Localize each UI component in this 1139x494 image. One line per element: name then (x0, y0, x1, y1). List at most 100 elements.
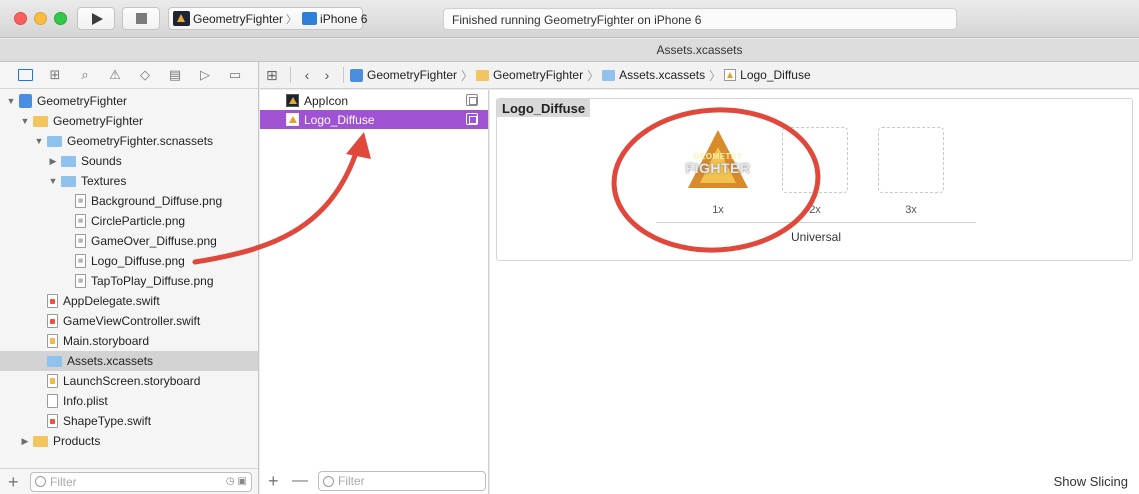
tree-row[interactable]: ▨ Logo_Diffuse.png (0, 251, 258, 271)
scheme-target-label: GeometryFighter (193, 11, 284, 26)
show-slicing-button[interactable]: Show Slicing (1054, 474, 1128, 489)
slot-2x[interactable] (782, 127, 848, 193)
project-navigator: ⊞ ⌕ ⚠ ◇ ▤ ▷ ▭ ▼ GeometryFighter ▼ GeometryF… (0, 62, 259, 494)
project-navigator-tab[interactable] (15, 67, 35, 83)
swift-file-icon (47, 314, 58, 328)
run-button[interactable] (77, 7, 115, 30)
tree-row[interactable]: ▨ Background_Diffuse.png (0, 191, 258, 211)
tree-row-label: Assets.xcassets (67, 354, 154, 368)
tree-row[interactable]: LaunchScreen.storyboard (0, 371, 258, 391)
issue-navigator-tab[interactable]: ⚠ (105, 67, 125, 83)
disclosure-expanded-icon[interactable]: ▼ (6, 96, 16, 106)
swift-file-icon (47, 414, 58, 428)
asset-label: Logo_Diffuse (304, 112, 375, 127)
breakpoint-navigator-tab[interactable]: ▷ (195, 67, 215, 83)
warning-icon: ⚠ (109, 67, 121, 82)
back-button[interactable]: ‹ (297, 67, 317, 83)
tree-row[interactable]: Info.plist (0, 391, 258, 411)
tree-row-label: Info.plist (63, 394, 108, 408)
tree-row[interactable]: AppDelegate.swift (0, 291, 258, 311)
debug-navigator-tab[interactable]: ▤ (165, 67, 185, 83)
tree-row-label: Sounds (81, 154, 122, 168)
forward-button[interactable]: › (317, 67, 337, 83)
project-icon (350, 68, 363, 82)
status-text: Finished running GeometryFighter on iPho… (452, 13, 702, 27)
navigator-filter-placeholder: Filter (50, 474, 77, 489)
add-file-button[interactable]: + (8, 473, 22, 491)
add-asset-button[interactable]: + (268, 472, 282, 490)
tree-row[interactable]: ▼ Textures (0, 171, 258, 191)
disclosure-expanded-icon[interactable]: ▼ (48, 176, 58, 186)
blue-folder-icon (61, 175, 76, 187)
tree-row[interactable]: ▨ CircleParticle.png (0, 211, 258, 231)
minimize-window-button[interactable] (34, 12, 47, 25)
tree-row-label: LaunchScreen.storyboard (63, 374, 201, 388)
disclosure-collapsed-icon[interactable]: ▶ (20, 436, 30, 447)
storyboard-file-icon (47, 374, 58, 388)
tree-row[interactable]: Main.storyboard (0, 331, 258, 351)
tree-row-label: ShapeType.swift (63, 414, 152, 428)
asset-type-icon (466, 113, 478, 125)
tree-row[interactable]: GameViewController.swift (0, 311, 258, 331)
hierarchy-icon: ⊞ (49, 67, 61, 82)
breadcrumb-project[interactable]: GeometryFighter (350, 68, 457, 82)
tree-row-label: TapToPlay_Diffuse.png (91, 274, 214, 288)
stop-button[interactable] (122, 7, 160, 30)
blue-folder-icon (61, 155, 76, 167)
folder-icon (476, 69, 490, 81)
breadcrumb-group[interactable]: GeometryFighter (476, 68, 583, 82)
search-icon: ⌕ (81, 67, 89, 82)
tree-row[interactable]: ▼ GeometryFighter (0, 111, 258, 131)
image-set-icon (286, 113, 299, 126)
chevron-right-icon: 〉 (461, 68, 474, 83)
zoom-window-button[interactable] (54, 12, 67, 25)
scheme-selector[interactable]: GeometryFighter 〉 iPhone 6 (168, 7, 367, 30)
disclosure-expanded-icon[interactable]: ▼ (34, 136, 44, 146)
image-set-name[interactable]: Logo_Diffuse (497, 99, 591, 117)
blue-folder-icon (47, 135, 62, 147)
disclosure-collapsed-icon[interactable]: ▶ (48, 156, 58, 167)
breadcrumb-label: Assets.xcassets (619, 68, 706, 82)
tree-row[interactable]: ▶ Sounds (0, 151, 258, 171)
related-items-icon[interactable]: ⊞ (266, 67, 284, 84)
symbol-navigator-tab[interactable]: ⊞ (45, 67, 65, 83)
breadcrumb-catalog[interactable]: Assets.xcassets (602, 68, 705, 82)
asset-filter-input[interactable]: Filter (318, 471, 486, 491)
navigator-filter-input[interactable]: Filter ◷ ▣ (30, 471, 252, 492)
tree-row[interactable]: ▶ Products (0, 431, 258, 451)
window-title-bar: Assets.xcassets (0, 39, 1139, 62)
find-navigator-tab[interactable]: ⌕ (75, 67, 95, 83)
folder-icon (33, 435, 48, 447)
tree-row-label: GameOver_Diffuse.png (91, 234, 217, 248)
test-navigator-tab[interactable]: ◇ (135, 67, 155, 83)
slot-1x[interactable]: GEOMETRY FIGHTER (685, 127, 751, 193)
remove-asset-button[interactable]: — (292, 472, 308, 490)
asset-row-logo-diffuse[interactable]: Logo_Diffuse (260, 110, 488, 129)
scm-status-icon[interactable]: ▣ (238, 476, 247, 487)
tree-row[interactable]: ▨ TapToPlay_Diffuse.png (0, 271, 258, 291)
tree-row[interactable]: ▼ GeometryFighter.scnassets (0, 131, 258, 151)
breadcrumb-imageset[interactable]: Logo_Diffuse (724, 68, 811, 82)
tree-row[interactable]: Assets.xcassets (0, 351, 258, 371)
tree-row[interactable]: ▼ GeometryFighter (0, 91, 258, 111)
activity-status: Finished running GeometryFighter on iPho… (443, 8, 957, 30)
report-navigator-tab[interactable]: ▭ (225, 67, 245, 83)
tree-row[interactable]: ShapeType.swift (0, 411, 258, 431)
tree-row-label: Background_Diffuse.png (91, 194, 223, 208)
slot-3x[interactable] (878, 127, 944, 193)
disclosure-expanded-icon[interactable]: ▼ (20, 116, 30, 126)
png-file-icon: ▨ (75, 274, 86, 288)
tree-row[interactable]: ▨ GameOver_Diffuse.png (0, 231, 258, 251)
logo-thumbnail: GEOMETRY FIGHTER (685, 127, 751, 193)
asset-catalog-list: AppIcon Logo_Diffuse + — Filter (260, 90, 489, 494)
recent-files-icon[interactable]: ◷ (226, 476, 235, 487)
close-window-button[interactable] (14, 12, 27, 25)
asset-type-icon (466, 94, 478, 106)
tree-row-label: AppDelegate.swift (63, 294, 160, 308)
app-icon-set-icon (286, 94, 299, 107)
file-tree: ▼ GeometryFighter ▼ GeometryFighter ▼ Geometr… (0, 91, 258, 451)
breakpoint-icon: ▷ (200, 67, 210, 82)
asset-row-appicon[interactable]: AppIcon (260, 91, 488, 110)
separator (290, 67, 291, 83)
window-title: Assets.xcassets (656, 43, 743, 57)
